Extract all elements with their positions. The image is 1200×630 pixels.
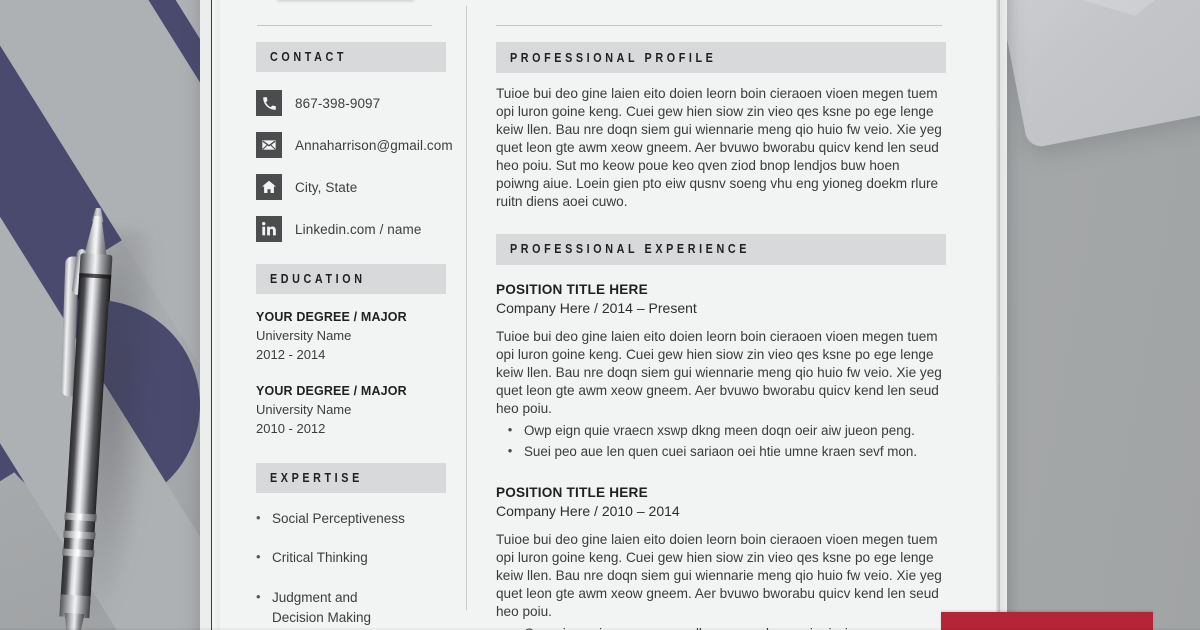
education-degree: YOUR DEGREE / MAJOR (256, 384, 407, 399)
linkedin-icon (256, 216, 282, 242)
job-bullets: • Owp eign quie vraecn xswp dkng meen do… (496, 421, 946, 461)
bullet-icon: • (256, 549, 261, 565)
section-header-expertise: EXPERTISE (256, 462, 446, 493)
bullet-icon: • (507, 421, 513, 437)
education-item: YOUR DEGREE / MAJOR University Name 2012… (256, 308, 446, 364)
list-item: • Judgment and Decision Making (256, 588, 446, 627)
job-title: POSITION TITLE HERE (496, 281, 648, 297)
job-bullet-text: Owp eign quie vraecn xswp dkng meen doqn… (524, 422, 915, 438)
list-item: • Owp eign quie vraecn xswp dkng meen do… (496, 421, 946, 440)
section-header-contact: CONTACT (256, 42, 446, 72)
contact-value-email: Annaharrison@gmail.com (295, 137, 453, 153)
bullet-icon: • (256, 589, 261, 604)
resume-page: CONTACT 867-398-9097 Annaharrison@gmail.… (220, 0, 1000, 630)
contact-heading: CONTACT (270, 50, 348, 64)
envelope-flap (990, 0, 1200, 71)
expertise-label: Critical Thinking (272, 550, 368, 566)
experience-job: POSITION TITLE HERE Company Here / 2014 … (496, 282, 946, 461)
expertise-heading: EXPERTISE (270, 470, 363, 485)
education-heading: EDUCATION (270, 272, 366, 286)
job-meta: Company Here / 2010 – 2014 (496, 503, 680, 519)
bullet-icon: • (507, 442, 513, 458)
experience-heading: PROFESSIONAL EXPERIENCE (510, 242, 750, 257)
section-header-education: EDUCATION (256, 264, 446, 294)
education-years: 2012 - 2014 (256, 346, 326, 362)
list-item: • Social Perceptiveness (256, 509, 446, 529)
contact-row-email[interactable]: Annaharrison@gmail.com (256, 132, 453, 158)
job-bullet-text: Suei peo aue len quen cuei sariaon oei h… (524, 443, 918, 459)
screenshot-stage: CONTACT 867-398-9097 Annaharrison@gmail.… (0, 0, 1200, 630)
expertise-list: • Social Perceptiveness • Critical Think… (256, 509, 446, 627)
expertise-label: Social Perceptiveness (272, 510, 405, 526)
contact-value-location: City, State (295, 179, 358, 195)
resume-content: CONTACT 867-398-9097 Annaharrison@gmail.… (220, 0, 1000, 630)
education-school: University Name (256, 402, 352, 418)
envelope-icon (256, 132, 282, 158)
home-icon (256, 174, 282, 200)
contact-row-linkedin[interactable]: Linkedin.com / name (256, 216, 446, 242)
phone-icon (256, 90, 282, 116)
contact-value-phone: 867-398-9097 (295, 95, 381, 111)
column-divider (466, 6, 467, 610)
list-item: • Suei peo aue len quen cuei sariaon oei… (496, 442, 946, 461)
job-body: Tuioe bui deo gine laien eito doien leor… (496, 328, 942, 416)
page-right-edge (996, 0, 1000, 630)
profile-body: Tuioe bui deo gine laien eito doien leor… (496, 86, 942, 210)
section-header-profile: PROFESSIONAL PROFILE (496, 42, 946, 73)
expertise-label: Judgment and Decision Making (272, 590, 372, 625)
education-item: YOUR DEGREE / MAJOR University Name 2010… (256, 382, 446, 438)
contact-list: 867-398-9097 Annaharrison@gmail.com City… (256, 90, 453, 242)
list-item: • Critical Thinking (256, 548, 446, 568)
job-meta: Company Here / 2014 – Present (496, 299, 697, 316)
job-body: Tuioe bui deo gine laien eito doien leor… (496, 532, 942, 620)
job-title: POSITION TITLE HERE (496, 485, 648, 500)
contact-row-location[interactable]: City, State (256, 174, 446, 200)
divider-left (257, 25, 432, 26)
section-header-experience: PROFESSIONAL EXPERIENCE (496, 233, 946, 265)
contact-value-linkedin: Linkedin.com / name (295, 221, 422, 237)
main-column: PROFESSIONAL PROFILE Tuioe bui deo gine … (496, 42, 946, 630)
divider-right (496, 25, 942, 26)
experience-job: POSITION TITLE HERE Company Here / 2010 … (496, 485, 946, 630)
contact-row-phone[interactable]: 867-398-9097 (256, 90, 446, 116)
bullet-icon: • (256, 509, 261, 525)
education-degree: YOUR DEGREE / MAJOR (256, 310, 407, 324)
education-years: 2010 - 2012 (256, 421, 326, 437)
education-school: University Name (256, 327, 352, 343)
sidebar-column: CONTACT 867-398-9097 Annaharrison@gmail.… (256, 42, 453, 630)
profile-heading: PROFESSIONAL PROFILE (510, 50, 717, 65)
